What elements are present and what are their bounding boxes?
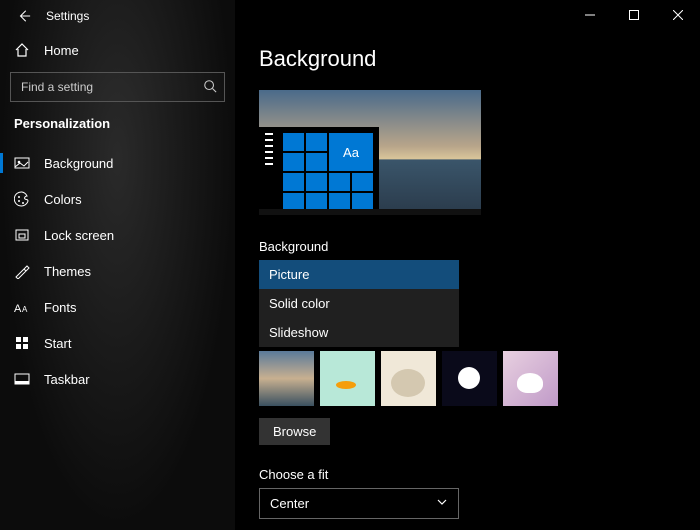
nav-item-start[interactable]: Start: [0, 325, 235, 361]
image-thumb-1[interactable]: [259, 351, 314, 406]
topbar: Settings: [0, 0, 235, 32]
section-title: Personalization: [0, 116, 235, 145]
nav-item-colors[interactable]: Colors: [0, 181, 235, 217]
nav-label: Lock screen: [44, 228, 114, 243]
nav-item-background[interactable]: Background: [0, 145, 235, 181]
page-title: Background: [259, 46, 676, 72]
image-thumb-3[interactable]: [381, 351, 436, 406]
image-thumb-4[interactable]: [442, 351, 497, 406]
search-icon: [203, 79, 217, 98]
lockscreen-icon: [14, 227, 30, 243]
nav: Background Colors Lock screen Themes AA …: [0, 145, 235, 397]
preview-taskbar: [259, 209, 481, 215]
nav-label: Themes: [44, 264, 91, 279]
desktop-preview: Aa: [259, 90, 481, 215]
content: Background Aa Background Picture Solid c…: [235, 0, 700, 530]
option-picture[interactable]: Picture: [259, 260, 459, 289]
nav-label: Background: [44, 156, 113, 171]
fit-label: Choose a fit: [259, 467, 676, 482]
start-icon: [14, 335, 30, 351]
fit-select[interactable]: Center: [259, 488, 459, 519]
home-nav[interactable]: Home: [0, 32, 235, 68]
search-wrap: [10, 72, 225, 102]
back-button[interactable]: [8, 0, 40, 32]
nav-label: Taskbar: [44, 372, 90, 387]
picture-icon: [14, 155, 30, 171]
close-button[interactable]: [656, 0, 700, 30]
image-thumb-2[interactable]: [320, 351, 375, 406]
app-title: Settings: [46, 9, 89, 23]
option-slideshow[interactable]: Slideshow: [259, 318, 459, 347]
arrow-left-icon: [17, 9, 31, 23]
chevron-down-icon: [436, 496, 448, 511]
close-icon: [673, 10, 683, 20]
palette-icon: [14, 191, 30, 207]
maximize-button[interactable]: [612, 0, 656, 30]
svg-text:A: A: [14, 303, 22, 314]
svg-text:A: A: [22, 305, 28, 314]
nav-label: Fonts: [44, 300, 77, 315]
background-label: Background: [259, 239, 676, 254]
home-icon: [14, 42, 30, 58]
search-input[interactable]: [10, 72, 225, 102]
main: Background Aa Background Picture Solid c…: [235, 0, 700, 530]
window-controls: [568, 0, 700, 30]
option-solid-color[interactable]: Solid color: [259, 289, 459, 318]
minimize-icon: [585, 10, 595, 20]
home-label: Home: [44, 43, 79, 58]
background-dropdown[interactable]: Picture Solid color Slideshow: [259, 260, 459, 347]
nav-item-taskbar[interactable]: Taskbar: [0, 361, 235, 397]
fit-value: Center: [270, 496, 309, 511]
fonts-icon: AA: [14, 299, 30, 315]
themes-icon: [14, 263, 30, 279]
browse-button[interactable]: Browse: [259, 418, 330, 445]
preview-start-menu: Aa: [259, 127, 379, 215]
recent-images: [259, 351, 676, 406]
maximize-icon: [629, 10, 639, 20]
nav-item-themes[interactable]: Themes: [0, 253, 235, 289]
nav-label: Start: [44, 336, 71, 351]
sidebar: Settings Home Personalization Background…: [0, 0, 235, 530]
image-thumb-5[interactable]: [503, 351, 558, 406]
minimize-button[interactable]: [568, 0, 612, 30]
nav-label: Colors: [44, 192, 82, 207]
nav-item-lockscreen[interactable]: Lock screen: [0, 217, 235, 253]
taskbar-icon: [14, 371, 30, 387]
preview-sample-text: Aa: [329, 133, 373, 171]
nav-item-fonts[interactable]: AA Fonts: [0, 289, 235, 325]
